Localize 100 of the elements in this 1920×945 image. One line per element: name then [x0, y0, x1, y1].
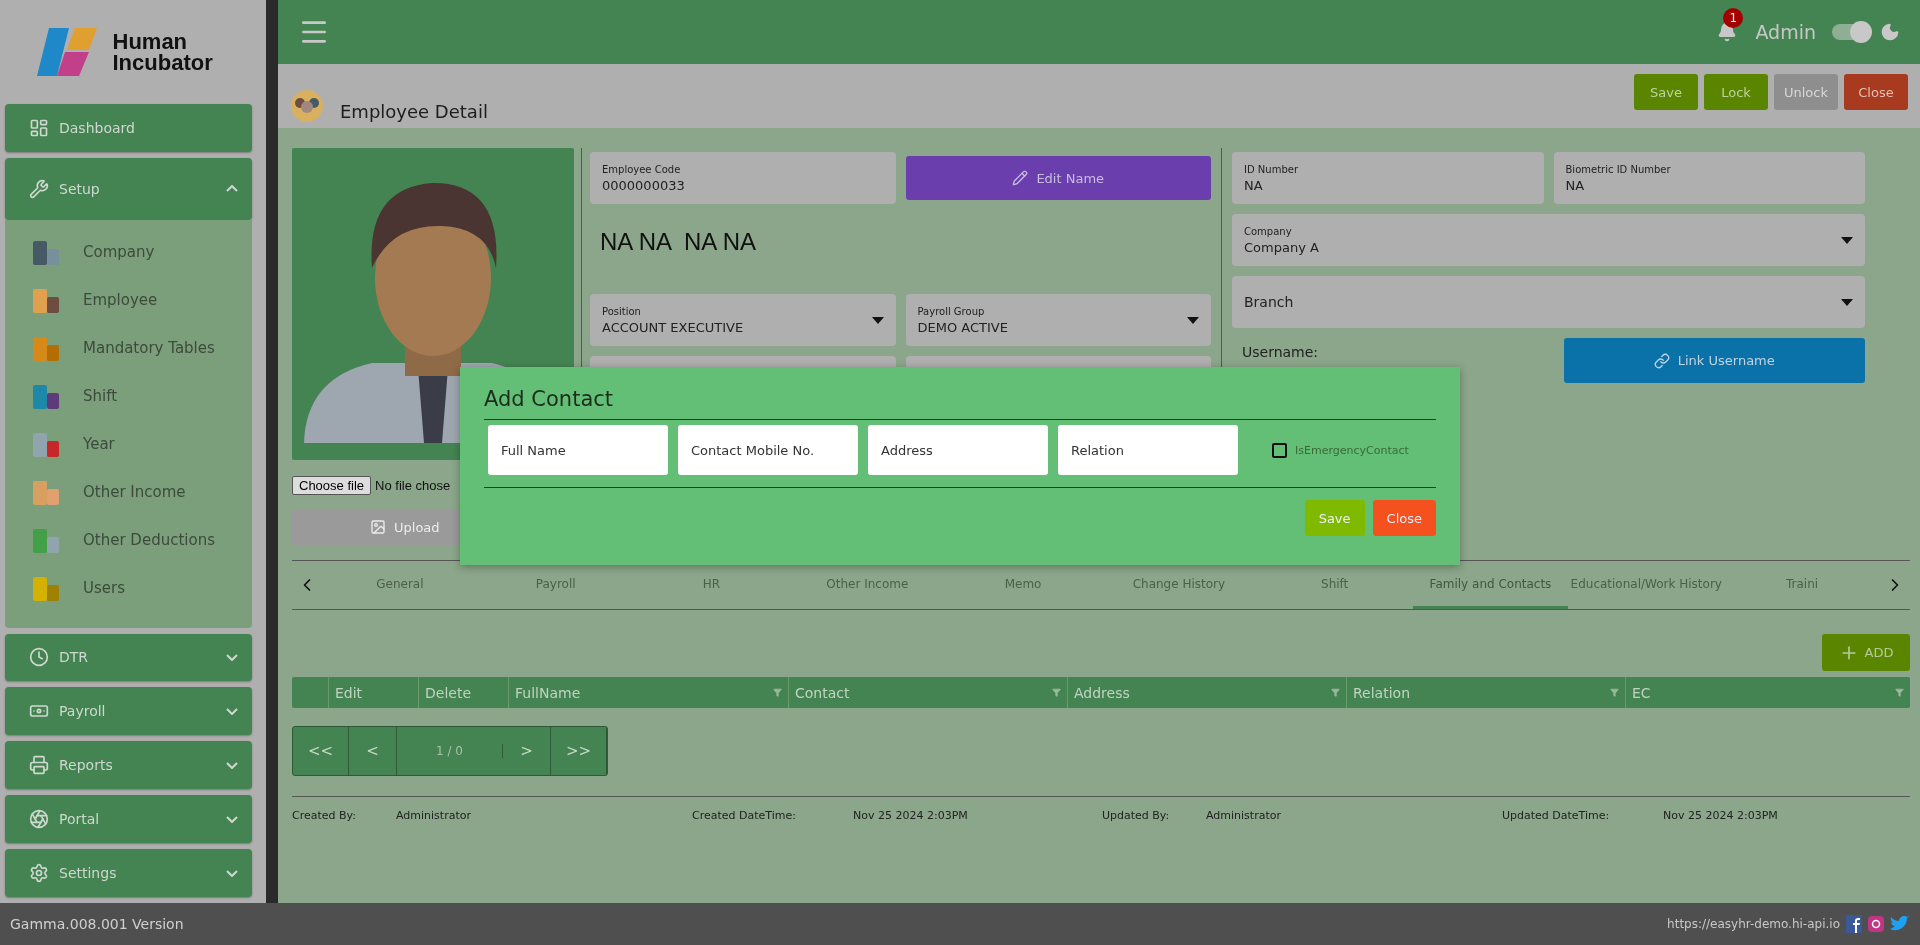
nav-item[interactable]: Dashboard [5, 103, 252, 152]
audit-value: Administrator [1206, 809, 1282, 822]
pencil-icon [1012, 170, 1029, 186]
filter-icon[interactable] [1610, 688, 1619, 697]
instagram-icon[interactable] [1868, 916, 1884, 932]
page-title: Employee Detail [340, 101, 488, 124]
nav-icon [29, 755, 49, 776]
input-field[interactable]: Address [868, 425, 1048, 475]
caret-icon [871, 316, 884, 324]
choose-file-button[interactable]: Choose file [292, 476, 372, 495]
nav-icon [29, 809, 49, 830]
action-button[interactable]: Lock [1704, 74, 1768, 110]
nav-item[interactable]: Payroll [5, 687, 252, 736]
submenu-item[interactable]: Other Deductions [31, 515, 252, 564]
bird-icon[interactable] [1890, 916, 1910, 932]
audit-label: Created By: [292, 809, 357, 822]
notification-badge: 1 [1723, 8, 1744, 28]
nav-icon [29, 647, 49, 668]
nav-item[interactable]: Reports [5, 741, 252, 790]
first-page-button[interactable]: << [293, 727, 349, 775]
prev-page-button[interactable]: < [349, 727, 397, 775]
tab[interactable]: Memo [945, 561, 1101, 609]
last-page-button[interactable]: >> [551, 727, 607, 775]
logo-text: Human Incubator [112, 30, 214, 73]
select-field[interactable]: Position ACCOUNT EXECUTIVE [590, 294, 896, 346]
column-header: Address [1074, 684, 1130, 701]
submenu-item[interactable]: Company [31, 227, 252, 276]
link-icon [1653, 352, 1670, 369]
caret-icon [1187, 316, 1199, 324]
input-field[interactable]: Relation [1058, 425, 1238, 475]
chevron-down-icon [226, 761, 238, 769]
input-field[interactable]: Contact Mobile No. [678, 425, 858, 475]
caret-icon [1841, 298, 1853, 306]
nav-icon [29, 178, 49, 199]
moon-icon [1880, 22, 1900, 42]
audit-value: Nov 25 2024 2:03PM [1663, 809, 1779, 822]
audit-label: Created DateTime: [692, 809, 797, 822]
input-field[interactable]: Employee Code 0000000033 [590, 152, 896, 204]
link-username-button[interactable]: Link Username [1563, 338, 1865, 383]
nav-item[interactable]: DTR [5, 633, 252, 682]
submenu-item[interactable]: Mandatory Tables [31, 323, 252, 372]
caret-icon [1841, 236, 1853, 244]
nav-icon [29, 117, 49, 138]
version-text: Gamma.008.001 Version [10, 916, 184, 932]
select-field[interactable]: Payroll Group DEMO ACTIVE [905, 294, 1211, 346]
chevron-down-icon [226, 815, 238, 823]
chevron-down-icon [226, 653, 238, 661]
nav-item[interactable]: Portal [5, 795, 252, 844]
submenu-item[interactable]: Other Income [31, 467, 252, 516]
file-status: No file chose [375, 478, 451, 493]
add-button[interactable]: ADD [1822, 634, 1910, 671]
input-field[interactable]: Biometric ID Number NA [1553, 152, 1865, 204]
select-field[interactable]: Company Company A [1232, 214, 1865, 266]
column-header: EC [1632, 684, 1651, 701]
username-label: Username: [1241, 343, 1320, 362]
facebook-icon[interactable] [1846, 915, 1862, 933]
user-name[interactable]: Admin [1755, 21, 1816, 43]
chevron-down-icon [226, 869, 238, 877]
chevron-up-icon [226, 185, 238, 193]
column-header: Edit [335, 684, 363, 701]
tab[interactable]: HR [633, 561, 790, 609]
tab[interactable]: Educational/Work History [1568, 561, 1725, 609]
next-page-button[interactable]: > [503, 727, 551, 775]
image-icon [370, 519, 386, 535]
save-button[interactable]: Save [1304, 500, 1365, 536]
input-field[interactable]: ID Number NA [1232, 152, 1544, 204]
input-field[interactable]: Full Name [488, 425, 668, 475]
submenu-item[interactable]: Users [31, 563, 252, 612]
tab[interactable]: Traini [1724, 561, 1880, 609]
edit-name-button[interactable]: Edit Name [905, 156, 1211, 200]
filter-icon[interactable] [773, 688, 782, 697]
audit-value: Nov 25 2024 2:03PM [853, 809, 969, 822]
action-button[interactable]: Save [1634, 74, 1698, 110]
nav-item[interactable]: Setup [5, 157, 252, 220]
submenu-item[interactable]: Year [31, 419, 252, 468]
filter-icon[interactable] [1331, 688, 1340, 697]
audit-value: Administrator [396, 809, 472, 822]
chevron-down-icon [226, 707, 238, 715]
page-indicator: 1 / 0 [397, 744, 503, 758]
tab[interactable]: General [322, 561, 478, 609]
column-header: Delete [425, 684, 471, 701]
tab[interactable]: Change History [1101, 561, 1257, 609]
nav-item[interactable]: Settings [5, 849, 252, 897]
site-link[interactable]: https://easyhr-demo.hi-api.io [1667, 917, 1840, 931]
tab[interactable]: Shift [1256, 561, 1413, 609]
filter-icon[interactable] [1895, 688, 1904, 697]
nav-icon [29, 863, 49, 883]
submenu-item[interactable]: Shift [31, 371, 252, 420]
column-header: Relation [1353, 684, 1410, 701]
tab[interactable]: Other Income [789, 561, 946, 609]
filter-icon[interactable] [1052, 688, 1061, 697]
select-field[interactable]: Branch [1232, 276, 1865, 328]
close-button[interactable]: Close [1372, 500, 1436, 536]
submenu-item[interactable]: Employee [31, 275, 252, 324]
theme-toggle[interactable] [1832, 24, 1870, 40]
checkbox[interactable] [1272, 442, 1287, 458]
column-header: FullName [515, 684, 581, 701]
action-button[interactable]: Close [1844, 74, 1908, 110]
checkbox-label: IsEmergencyContact [1295, 443, 1409, 457]
tab[interactable]: Payroll [477, 561, 634, 609]
